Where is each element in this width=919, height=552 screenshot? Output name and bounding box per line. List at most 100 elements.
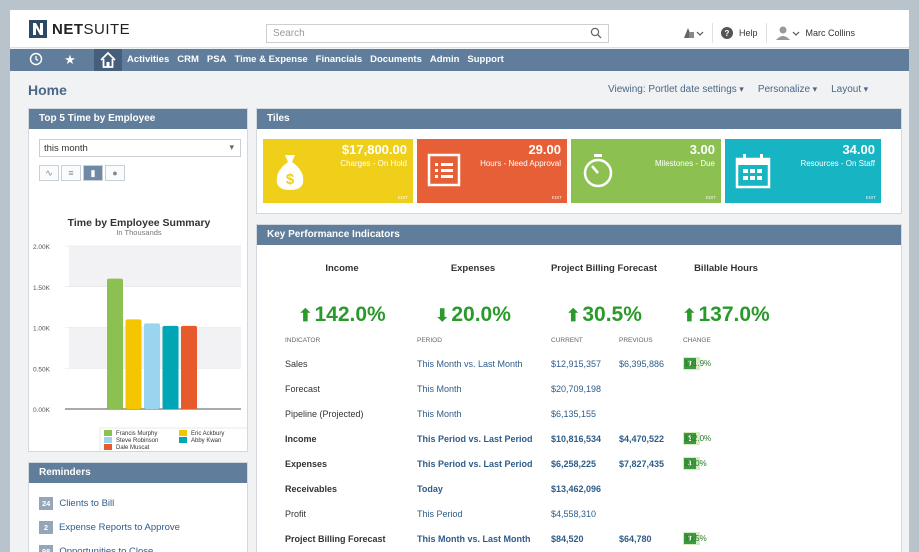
nav-item-admin[interactable]: Admin — [430, 54, 460, 65]
current-value[interactable]: $6,135,155 — [551, 409, 596, 419]
change-value: 101.9% — [684, 359, 712, 368]
logo-mark — [29, 20, 47, 38]
nav-item-crm[interactable]: CRM — [177, 54, 199, 65]
current-value[interactable]: $13,462,096 — [551, 484, 601, 494]
period-link[interactable]: This Period — [417, 509, 463, 519]
home-button[interactable] — [94, 49, 122, 71]
period-link[interactable]: Today — [417, 484, 443, 494]
change-badge: ⬆ 30.5% — [683, 532, 707, 545]
user-name[interactable]: Marc Collins — [806, 28, 856, 38]
bar[interactable] — [181, 325, 197, 409]
viewing-dropdown[interactable]: Viewing: Portlet date settings — [608, 84, 744, 95]
netsuite-logo[interactable]: NETSUITE — [29, 20, 130, 38]
column-header: CURRENT — [551, 337, 583, 344]
line-chart-icon[interactable]: ∿ — [39, 165, 59, 181]
current-value[interactable]: $4,558,310 — [551, 509, 596, 519]
tile-edit-link[interactable]: EDIT — [866, 195, 876, 200]
period-select[interactable]: this month — [39, 139, 241, 157]
period-link[interactable]: This Month — [417, 409, 462, 419]
tile-value: 29.00 — [528, 142, 561, 157]
legend-label: Francis Murphy — [116, 431, 157, 437]
tile-edit-link[interactable]: EDIT — [706, 195, 716, 200]
tile-value: 34.00 — [842, 142, 875, 157]
nav-item-activities[interactable]: Activities — [127, 54, 169, 65]
current-value[interactable]: $10,816,534 — [551, 434, 601, 444]
svg-text:?: ? — [725, 29, 730, 38]
period-link[interactable]: This Month — [417, 384, 462, 394]
bar[interactable] — [162, 325, 179, 409]
bar[interactable] — [125, 319, 142, 409]
period-value: this month — [44, 143, 88, 154]
period-link[interactable]: This Month vs. Last Month — [417, 534, 531, 544]
tile-edit-link[interactable]: EDIT — [398, 195, 408, 200]
period-link[interactable]: This Period vs. Last Period — [417, 434, 533, 444]
nav-item-documents[interactable]: Documents — [370, 54, 422, 65]
period-link[interactable]: This Period vs. Last Period — [417, 459, 533, 469]
reminder-count-badge: 24 — [39, 497, 54, 510]
nav-item-time-expense[interactable]: Time & Expense — [234, 54, 307, 65]
kpi-table-row[interactable]: Sales This Month vs. Last Month $12,915,35… — [257, 353, 901, 378]
previous-value[interactable]: $64,780 — [619, 534, 652, 544]
kpi-headline-value: ⬆137.0% — [671, 303, 781, 327]
pie-chart-icon[interactable]: ● — [105, 165, 125, 181]
kpi-table-row[interactable]: Expenses This Period vs. Last Period $6,25… — [257, 453, 901, 478]
reminder-item[interactable]: 24 Clients to Bill — [39, 497, 114, 510]
portlet-title[interactable]: Tiles — [257, 109, 901, 129]
help-link[interactable]: Help — [739, 28, 758, 38]
tile-hours-need-approval[interactable]: 29.00 Hours - Need Approval EDIT — [417, 139, 567, 203]
time-chart: Time by Employee SummaryIn Thousands2.00… — [33, 217, 247, 451]
favorites-star-icon[interactable]: ★ — [62, 52, 78, 68]
current-value[interactable]: $20,709,198 — [551, 384, 601, 394]
kpi-table-row[interactable]: Project Billing Forecast This Month vs. L… — [257, 528, 901, 552]
change-badge: ⬇ 20.0% — [683, 457, 707, 470]
personalize-dropdown[interactable]: Personalize — [758, 84, 817, 95]
current-value[interactable]: $12,915,357 — [551, 359, 601, 369]
portlet-title[interactable]: Key Performance Indicators — [257, 225, 901, 245]
nav-item-support[interactable]: Support — [467, 54, 503, 65]
kpi-table-row[interactable]: Pipeline (Projected) This Month $6,135,155 — [257, 403, 901, 428]
reminder-item[interactable]: 98 Opportunities to Close — [39, 545, 153, 552]
chart-type-toggle: ∿ ≡ ▮ ● — [39, 165, 125, 181]
tile-edit-link[interactable]: EDIT — [552, 195, 562, 200]
layout-dropdown[interactable]: Layout — [831, 84, 868, 95]
nav-item-psa[interactable]: PSA — [207, 54, 227, 65]
current-value[interactable]: $84,520 — [551, 534, 584, 544]
legend-swatch — [179, 430, 187, 436]
reminder-item[interactable]: 2 Expense Reports to Approve — [39, 521, 180, 534]
portlet-title[interactable]: Top 5 Time by Employee — [29, 109, 247, 129]
table-view-icon[interactable]: ≡ — [61, 165, 81, 181]
nav-item-financials[interactable]: Financials — [316, 54, 362, 65]
search-input[interactable]: Search — [266, 24, 609, 43]
previous-value[interactable]: $6,395,886 — [619, 359, 664, 369]
recent-icon[interactable] — [28, 52, 44, 68]
kpi-table-row[interactable]: Profit This Period $4,558,310 — [257, 503, 901, 528]
previous-value[interactable]: $7,827,435 — [619, 459, 664, 469]
column-header: CHANGE — [683, 337, 711, 344]
current-value[interactable]: $6,258,225 — [551, 459, 596, 469]
previous-value[interactable]: $4,470,522 — [619, 434, 664, 444]
kpi-table-row[interactable]: Receivables Today $13,462,096 — [257, 478, 901, 503]
recent-records-icon[interactable] — [682, 26, 704, 40]
tile-resources-on-staff[interactable]: 34.00 Resources - On Staff EDIT — [725, 139, 881, 203]
column-header: INDICATOR — [285, 337, 321, 344]
tile-milestones-due[interactable]: 3.00 Milestones - Due EDIT — [571, 139, 721, 203]
home-icon — [100, 51, 116, 68]
reminders-portlet: Reminders 24 Clients to Bill 2 Expense Repo… — [28, 462, 248, 552]
divider — [765, 23, 767, 43]
kpi-percent: 20.0% — [451, 303, 511, 326]
search-icon[interactable] — [590, 27, 602, 39]
change-value: 142.0% — [684, 434, 712, 443]
kpi-table-row[interactable]: Forecast This Month $20,709,198 — [257, 378, 901, 403]
tile-charges-on-hold[interactable]: $ $17,800.00 Charges - On Hold EDIT — [263, 139, 413, 203]
bar[interactable] — [107, 278, 123, 409]
user-avatar-icon[interactable] — [775, 26, 801, 40]
app-window: NETSUITE Search ? Help Marc Collins ★ Ac… — [10, 10, 909, 552]
portlet-title[interactable]: Reminders — [29, 463, 247, 483]
help-icon[interactable]: ? — [721, 27, 733, 39]
change-value: 20.0% — [684, 459, 707, 468]
bar[interactable] — [144, 323, 160, 409]
kpi-table-row[interactable]: Income This Period vs. Last Period $10,816… — [257, 428, 901, 453]
period-link[interactable]: This Month vs. Last Month — [417, 359, 523, 369]
bar-chart-icon[interactable]: ▮ — [83, 165, 103, 181]
money-bag-icon: $ — [273, 153, 307, 196]
